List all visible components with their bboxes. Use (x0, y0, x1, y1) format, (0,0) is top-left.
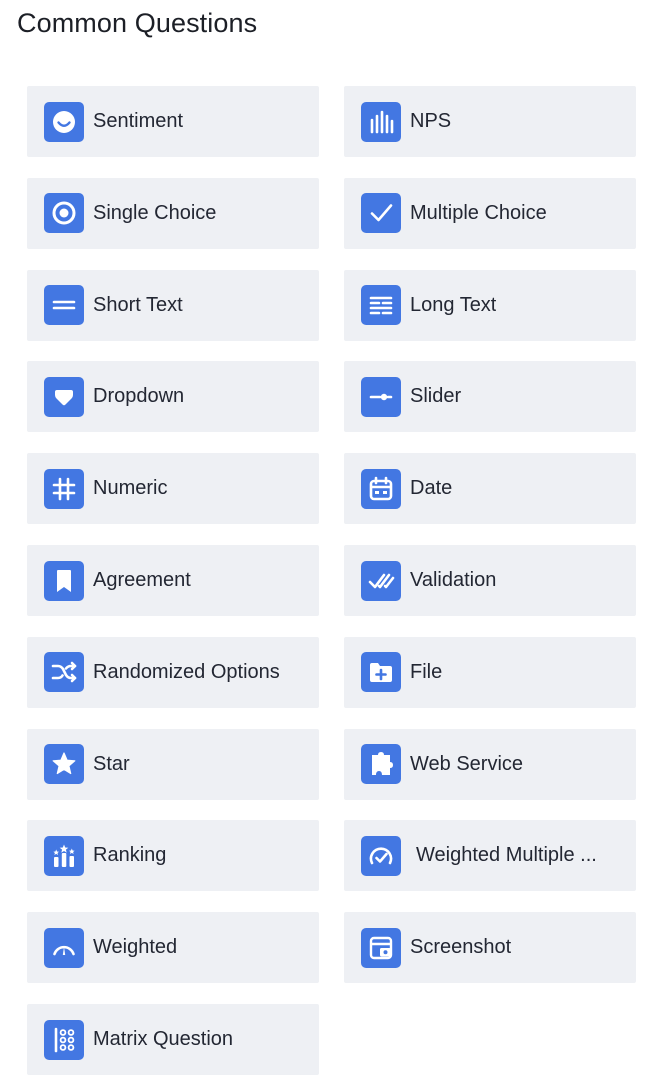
smiley-icon (44, 101, 84, 142)
ranking-icon (44, 835, 84, 876)
shuffle-icon (44, 652, 84, 693)
question-type-label: Multiple Choice (410, 201, 547, 224)
question-type-label: Numeric (93, 477, 168, 500)
radio-icon (44, 193, 84, 234)
star-icon (44, 744, 84, 785)
question-type-multiple-choice-button[interactable]: Multiple Choice (344, 177, 636, 249)
question-type-label: Star (93, 752, 130, 775)
question-type-label: Sentiment (93, 110, 184, 132)
question-type-label: File (410, 660, 443, 683)
question-type-label: Weighted (93, 936, 178, 959)
calendar-icon (361, 468, 401, 509)
gauge-icon (44, 927, 84, 968)
screenshot-icon (361, 927, 401, 968)
question-type-weighted-multiple-button[interactable]: Weighted Multiple ... (344, 820, 636, 892)
dropdown-icon (44, 376, 84, 417)
question-type-screenshot-button[interactable]: Screenshot (344, 912, 636, 984)
question-type-randomized-options-button[interactable]: Randomized Options (27, 636, 319, 708)
bookmark-icon (44, 560, 84, 601)
question-type-nps-button[interactable]: NPS (344, 86, 636, 157)
question-type-label: Agreement (93, 569, 191, 591)
double-check-icon (361, 560, 401, 601)
bars-icon (361, 101, 401, 142)
question-type-validation-button[interactable]: Validation (344, 545, 636, 616)
question-type-label: Matrix Question (93, 1028, 234, 1050)
question-type-star-button[interactable]: Star (27, 728, 319, 800)
puzzle-icon (361, 744, 401, 785)
question-type-sentiment-button[interactable]: Sentiment (27, 86, 319, 157)
matrix-icon (44, 1019, 84, 1060)
folder-plus-icon (361, 652, 401, 693)
question-type-web-service-button[interactable]: Web Service (344, 728, 636, 800)
question-type-label: Randomized Options (93, 660, 280, 683)
hash-icon (44, 468, 84, 509)
question-type-label: Slider (410, 385, 462, 408)
section-title: Common Questions (17, 8, 258, 38)
checkmark-icon (361, 193, 401, 234)
question-type-dropdown-button[interactable]: Dropdown (27, 361, 319, 433)
question-type-label: Long Text (410, 293, 497, 316)
question-type-numeric-button[interactable]: Numeric (27, 453, 319, 525)
question-type-label: Web Service (410, 752, 524, 775)
question-type-long-text-button[interactable]: Long Text (344, 269, 636, 341)
question-type-label: Weighted Multiple ... (416, 844, 597, 867)
question-type-ranking-button[interactable]: Ranking (27, 820, 319, 892)
question-type-label: Date (410, 477, 453, 500)
question-type-file-button[interactable]: File (344, 636, 636, 708)
short-text-icon (44, 285, 84, 326)
question-type-label: Screenshot (410, 936, 512, 959)
slider-icon (361, 376, 401, 417)
question-type-short-text-button[interactable]: Short Text (27, 269, 319, 341)
question-type-label: Short Text (93, 293, 183, 316)
gauge-check-icon (361, 835, 401, 876)
question-type-agreement-button[interactable]: Agreement (27, 545, 319, 616)
question-type-label: NPS (410, 110, 452, 132)
question-type-slider-button[interactable]: Slider (344, 361, 636, 433)
question-type-weighted-button[interactable]: Weighted (27, 912, 319, 984)
question-type-label: Dropdown (93, 385, 185, 408)
question-type-date-button[interactable]: Date (344, 453, 636, 525)
long-text-icon (361, 285, 401, 326)
question-type-single-choice-button[interactable]: Single Choice (27, 177, 319, 249)
question-type-label: Ranking (93, 844, 167, 867)
question-type-label: Single Choice (93, 201, 217, 224)
question-type-label: Validation (410, 569, 497, 591)
question-type-matrix-question-button[interactable]: Matrix Question (27, 1004, 319, 1075)
